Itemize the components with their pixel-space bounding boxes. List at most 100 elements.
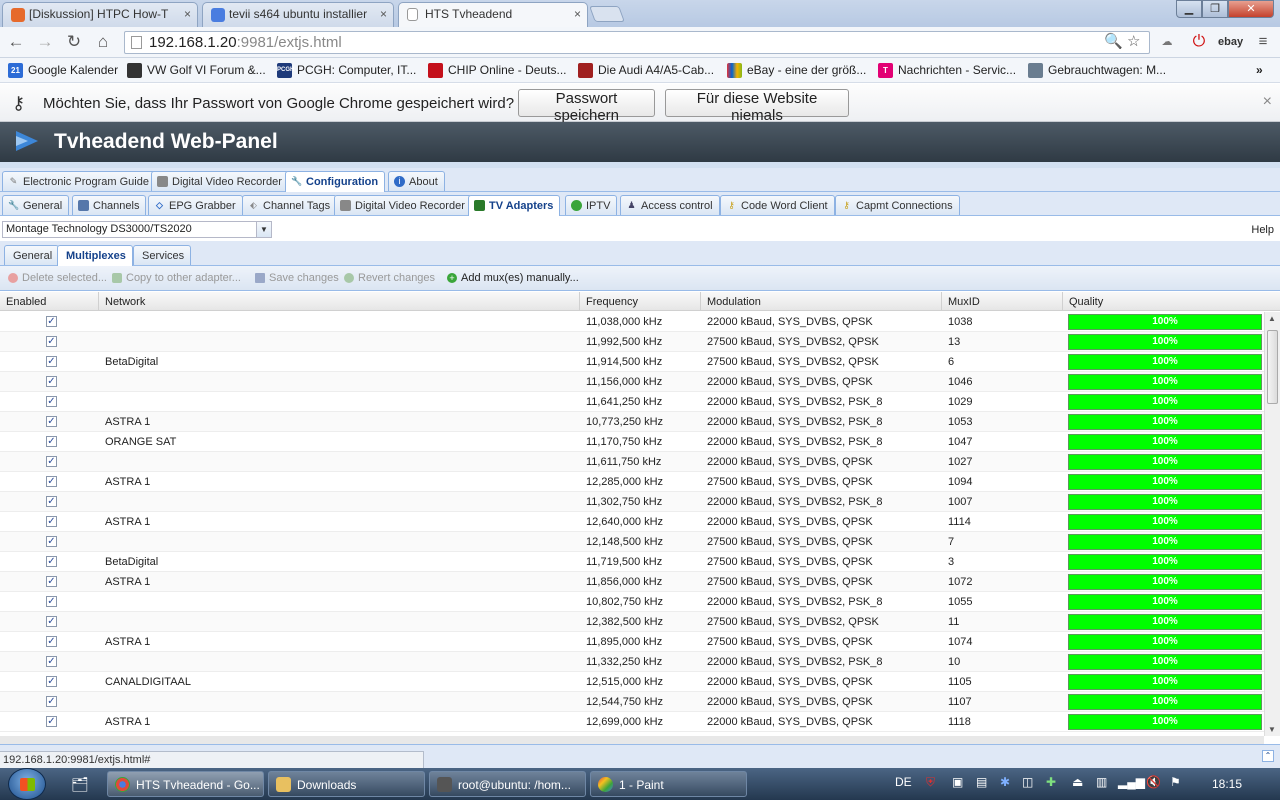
memory-tray-icon[interactable]: ▥ (1096, 775, 1107, 789)
ebay-extension-icon[interactable]: ebay (1218, 32, 1243, 52)
enabled-checkbox[interactable]: ✓ (46, 416, 57, 427)
table-row[interactable]: ✓ ASTRA 1 12,640,000 kHz 22000 kBaud, SYS_D… (0, 512, 1264, 532)
tab-services[interactable]: Services (133, 245, 192, 265)
table-row[interactable]: ✓ 10,802,750 kHz 22000 kBaud, SYS_DVBS2, P… (0, 592, 1264, 612)
network-adapter-tray-icon[interactable]: ◫ (1022, 775, 1033, 789)
column-network[interactable]: Network (99, 292, 580, 311)
tab-digital-video-recorder[interactable]: Digital Video Recorder (151, 171, 289, 191)
cloud-extension-icon[interactable]: ☁ (1156, 32, 1178, 52)
table-row[interactable]: ✓ 12,544,750 kHz 22000 kBaud, SYS_DVBS, QP… (0, 692, 1264, 712)
enabled-checkbox[interactable]: ✓ (46, 596, 57, 607)
table-row[interactable]: ✓ ASTRA 1 10,773,250 kHz 22000 kBaud, SYS_D… (0, 412, 1264, 432)
tab-epg-grabber[interactable]: ◇ EPG Grabber (148, 195, 243, 215)
bookmark-star-icon[interactable]: ☆ (1127, 32, 1140, 50)
close-infobar-icon[interactable]: × (1263, 93, 1272, 111)
browser-tab-2[interactable]: tevii s464 ubuntu installier × (202, 2, 394, 27)
table-row[interactable]: ✓ CANALDIGITAAL 12,515,000 kHz 22000 kBaud,… (0, 672, 1264, 692)
close-tab-2-icon[interactable]: × (380, 7, 387, 21)
tab-electronic-program-guide[interactable]: ✎ Electronic Program Guide (2, 171, 156, 191)
enabled-checkbox[interactable]: ✓ (46, 456, 57, 467)
action-center-flag-icon[interactable]: ⚑ (1170, 775, 1181, 789)
browser-tab-3[interactable]: HTS Tvheadend × (398, 2, 588, 27)
add-mux-button[interactable]: + Add mux(es) manually... (447, 272, 579, 284)
never-save-button[interactable]: Für diese Website niemals (665, 89, 849, 124)
monitor-tray-icon[interactable]: ▤ (976, 775, 987, 789)
table-row[interactable]: ✓ ASTRA 1 12,285,000 kHz 27500 kBaud, SYS_D… (0, 472, 1264, 492)
bluetooth-tray-icon[interactable]: ✱ (1000, 775, 1010, 789)
tab-dvr-config[interactable]: Digital Video Recorder (334, 195, 472, 215)
tab-adapter-general[interactable]: General (4, 245, 60, 265)
pinned-explorer-icon[interactable]: 🗂 (60, 772, 100, 796)
delete-selected-button[interactable]: Delete selected... (8, 272, 107, 284)
table-row[interactable]: ✓ 11,038,000 kHz 22000 kBaud, SYS_DVBS, QP… (0, 312, 1264, 332)
enabled-checkbox[interactable]: ✓ (46, 516, 57, 527)
tab-capmt-connections[interactable]: ⚷ Capmt Connections (835, 195, 960, 215)
forward-arrow-icon[interactable]: → (34, 32, 56, 54)
scroll-up-icon[interactable]: ▲ (1268, 314, 1276, 323)
table-row[interactable]: ✓ 11,302,750 kHz 22000 kBaud, SYS_DVBS2, P… (0, 492, 1264, 512)
bookmark-chip[interactable]: CHIP Online - Deuts... (428, 63, 567, 78)
zoom-search-icon[interactable]: 🔍 (1104, 32, 1123, 50)
close-tab-3-icon[interactable]: × (574, 7, 581, 21)
taskbar-item-downloads[interactable]: Downloads (268, 771, 425, 797)
adapter-select[interactable]: Montage Technology DS3000/TS2020 ▼ (2, 221, 272, 238)
bookmark-vw-golf[interactable]: VW Golf VI Forum &... (127, 63, 266, 78)
tab-channels[interactable]: Channels (72, 195, 147, 215)
expand-panel-icon[interactable]: ⌃ (1262, 750, 1274, 762)
table-row[interactable]: ✓ 11,641,250 kHz 22000 kBaud, SYS_DVBS2, P… (0, 392, 1264, 412)
column-modulation[interactable]: Modulation (701, 292, 942, 311)
enabled-checkbox[interactable]: ✓ (46, 556, 57, 567)
enabled-checkbox[interactable]: ✓ (46, 536, 57, 547)
table-row[interactable]: ✓ BetaDigital 11,719,500 kHz 27500 kBaud, S… (0, 552, 1264, 572)
help-link[interactable]: Help (1251, 224, 1274, 236)
enabled-checkbox[interactable]: ✓ (46, 476, 57, 487)
table-row[interactable]: ✓ ASTRA 1 11,856,000 kHz 27500 kBaud, SYS_D… (0, 572, 1264, 592)
column-enabled[interactable]: Enabled (0, 292, 99, 311)
enabled-checkbox[interactable]: ✓ (46, 436, 57, 447)
language-indicator[interactable]: DE (895, 775, 912, 789)
enabled-checkbox[interactable]: ✓ (46, 656, 57, 667)
bookmark-pcgh[interactable]: PCGH PCGH: Computer, IT... (277, 63, 416, 78)
enabled-checkbox[interactable]: ✓ (46, 336, 57, 347)
start-button[interactable] (8, 768, 46, 800)
column-frequency[interactable]: Frequency (580, 292, 701, 311)
chevron-down-icon[interactable]: ▼ (256, 222, 271, 237)
bookmark-gebrauchtwagen[interactable]: Gebrauchtwagen: M... (1028, 63, 1166, 78)
tab-channel-tags[interactable]: ⬖ Channel Tags (242, 195, 338, 215)
back-arrow-icon[interactable]: ← (5, 32, 27, 54)
display-tray-icon[interactable]: ▣ (952, 775, 963, 789)
power-extension-icon[interactable]: ⏻ (1188, 32, 1210, 52)
taskbar-item-terminal[interactable]: root@ubuntu: /hom... (429, 771, 586, 797)
table-row[interactable]: ✓ 11,611,750 kHz 22000 kBaud, SYS_DVBS, QP… (0, 452, 1264, 472)
reload-icon[interactable]: ↻ (63, 32, 85, 54)
signal-tray-icon[interactable]: ▂▄▆ (1118, 775, 1145, 789)
table-row[interactable]: ✓ 11,156,000 kHz 22000 kBaud, SYS_DVBS, QP… (0, 372, 1264, 392)
bookmark-audi[interactable]: Die Audi A4/A5-Cab... (578, 63, 714, 78)
table-row[interactable]: ✓ 11,992,500 kHz 27500 kBaud, SYS_DVBS2, Q… (0, 332, 1264, 352)
enabled-checkbox[interactable]: ✓ (46, 376, 57, 387)
enabled-checkbox[interactable]: ✓ (46, 496, 57, 507)
home-icon[interactable]: ⌂ (92, 32, 114, 54)
enabled-checkbox[interactable]: ✓ (46, 616, 57, 627)
table-row[interactable]: ✓ BetaDigital 11,914,500 kHz 27500 kBaud, S… (0, 352, 1264, 372)
tab-access-control[interactable]: ♟ Access control (620, 195, 720, 215)
enabled-checkbox[interactable]: ✓ (46, 716, 57, 727)
tab-iptv[interactable]: IPTV (565, 195, 618, 215)
scroll-down-icon[interactable]: ▼ (1268, 725, 1276, 734)
table-row[interactable]: ✓ ASTRA 1 12,699,000 kHz 22000 kBaud, SYS_D… (0, 712, 1264, 732)
save-password-button[interactable]: Passwort speichern (518, 89, 655, 124)
address-bar[interactable]: 192.168.1.20:9981/extjs.html (124, 31, 1150, 54)
wrench-menu-icon[interactable]: ≡ (1252, 32, 1274, 52)
enabled-checkbox[interactable]: ✓ (46, 356, 57, 367)
new-tab-button[interactable] (589, 6, 625, 22)
tab-tv-adapters[interactable]: TV Adapters (468, 195, 561, 216)
table-row[interactable]: ✓ 12,382,500 kHz 27500 kBaud, SYS_DVBS2, Q… (0, 612, 1264, 632)
table-row[interactable]: ✓ 12,148,500 kHz 27500 kBaud, SYS_DVBS, QP… (0, 532, 1264, 552)
taskbar-clock[interactable]: 18:15 (1212, 777, 1242, 791)
grid-horizontal-scrollbar[interactable] (0, 736, 1264, 744)
tab-general[interactable]: 🔧 General (2, 195, 70, 215)
save-changes-button[interactable]: Save changes (255, 272, 339, 284)
enabled-checkbox[interactable]: ✓ (46, 576, 57, 587)
bookmark-google-kalender[interactable]: 21 Google Kalender (8, 63, 118, 78)
copy-adapter-button[interactable]: Copy to other adapter... (112, 272, 241, 284)
